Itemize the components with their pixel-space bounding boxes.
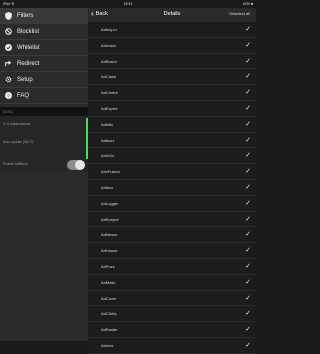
checkmark-icon: ✓ <box>245 57 251 65</box>
list-item-label: Adnow <box>101 342 114 348</box>
deselect-all-button[interactable]: Deselect all <box>229 11 250 16</box>
list-item[interactable]: Adibox ✓ <box>88 179 256 196</box>
checkmark-icon: ✓ <box>245 73 251 81</box>
list-item[interactable]: Adbuzz ✓ <box>88 132 256 149</box>
sidebar-item-label: Filters <box>17 12 34 19</box>
list-item-label: AdMatic <box>101 279 116 285</box>
list-item-label: AdBrand <box>101 58 117 64</box>
status-bar: iPad 令 18:41 60% ■ <box>0 0 256 8</box>
list-item-label: Adbuy.ru <box>101 27 117 32</box>
list-item-label: AdLogger <box>101 200 119 206</box>
checkmark-icon: ✓ <box>245 136 251 144</box>
checkmark-icon: ✓ <box>245 278 251 286</box>
checkmark-icon: ✓ <box>245 199 251 207</box>
list-item-label: Adbuzz <box>101 137 115 143</box>
list-item[interactable]: AdinOn ✓ <box>88 148 256 165</box>
list-item[interactable]: Adletic ✓ <box>88 116 256 133</box>
block-icon <box>3 27 13 37</box>
sidebar-item-filters[interactable]: Filters <box>0 8 88 24</box>
checkmark-icon: ✓ <box>245 262 251 270</box>
list-item[interactable]: Adbuy.ru ✓ <box>88 22 256 38</box>
checkmark-icon: ✓ <box>245 120 251 128</box>
list-item[interactable]: AdvFusion ✓ <box>88 164 256 180</box>
setting-subscriptions[interactable]: 3 rd subscriptions <box>3 122 30 126</box>
list-item-label: AdHouse <box>101 248 118 254</box>
shield-icon <box>3 11 13 21</box>
list-item[interactable]: AdLogger ✓ <box>88 195 256 212</box>
checkmark-icon: ✓ <box>245 341 251 349</box>
checkmark-icon: ✓ <box>245 168 251 176</box>
check-circle-icon <box>3 43 13 53</box>
gear-icon <box>3 75 13 85</box>
list-item-label: AdExpert <box>101 105 118 111</box>
list-item[interactable]: AdRoster ✓ <box>88 322 256 338</box>
sidebar-item-label: Blocklist <box>17 28 40 35</box>
sidebar-item-whitelist[interactable]: Whitelist <box>0 40 88 56</box>
checkmark-icon: ✓ <box>245 247 251 255</box>
checkmark-icon: ✓ <box>245 152 251 160</box>
list-item[interactable]: Adreach ✓ <box>88 37 256 54</box>
list-item[interactable]: AdCover ✓ <box>88 290 256 307</box>
battery-label: 60% ■ <box>242 2 253 6</box>
list-item-label: AdCover <box>101 295 117 301</box>
sidebar-item-label: Redirect <box>17 60 40 67</box>
checkmark-icon: ✓ <box>245 183 251 191</box>
sidebar-item-faq[interactable]: ? FAQ <box>0 88 88 104</box>
settings-group: 3 rd subscriptions Auto-update (Wi-Fi) E… <box>0 116 88 171</box>
sidebar-item-label: FAQ <box>17 92 30 99</box>
list-item[interactable]: AdCentre ✓ <box>88 85 256 101</box>
clock-label: 18:41 <box>123 2 133 6</box>
list-item-label: AdRoster <box>101 327 118 333</box>
redirect-icon <box>3 59 13 69</box>
sidebar: Filters Blocklist Whitelist Redirect Set… <box>0 8 88 341</box>
setting-auto-update[interactable]: Auto-update (Wi-Fi) <box>3 140 34 144</box>
list-item-label: AdCentre <box>101 90 118 96</box>
list-item[interactable]: AdMatic ✓ <box>88 274 256 291</box>
list-item[interactable]: AdNexus ✓ <box>88 227 256 244</box>
list-item[interactable]: AdBrand ✓ <box>88 53 256 70</box>
list-item[interactable]: AdPuzz ✓ <box>88 258 256 275</box>
svg-text:?: ? <box>7 94 10 99</box>
checkmark-icon: ✓ <box>245 294 251 302</box>
toggle-knob <box>75 160 85 170</box>
list-item-label: AdinOn <box>101 153 115 159</box>
list-item[interactable]: AdHouse ✓ <box>88 243 256 259</box>
sidebar-item-label: Whitelist <box>17 44 40 51</box>
list-item-label: AdClash <box>101 74 117 80</box>
checkmark-icon: ✓ <box>245 89 251 97</box>
list-item[interactable]: Adnow ✓ <box>88 337 256 354</box>
checkmark-icon: ✓ <box>245 26 251 33</box>
sidebar-item-redirect[interactable]: Redirect <box>0 56 88 72</box>
checkmark-icon: ✓ <box>245 326 251 334</box>
section-header: BASIC <box>0 107 88 116</box>
sidebar-item-label: Setup <box>17 76 33 83</box>
list-item[interactable]: AdKeeper ✓ <box>88 211 256 228</box>
checkmark-icon: ✓ <box>245 41 251 49</box>
question-icon: ? <box>3 91 13 101</box>
list-item-label: Adibox <box>101 184 114 190</box>
checkmark-icon: ✓ <box>245 104 251 112</box>
list-item[interactable]: AdExpert ✓ <box>88 100 256 117</box>
checkmark-icon: ✓ <box>245 215 251 223</box>
list-item[interactable]: AdClash ✓ <box>88 69 256 86</box>
sidebar-item-blocklist[interactable]: Blocklist <box>0 24 88 40</box>
list-item[interactable]: AdClicks ✓ <box>88 306 256 323</box>
checkmark-icon: ✓ <box>245 310 251 318</box>
list-item-label: Adreach <box>101 42 116 48</box>
list-item-label: AdNexus <box>101 232 118 238</box>
list-item-label: AdClicks <box>101 311 117 317</box>
list-item-label: AdPuzz <box>101 263 115 269</box>
sidebar-item-setup[interactable]: Setup <box>0 72 88 88</box>
filter-list: Adbuy.ru ✓ Adreach ✓ AdBrand ✓ AdClash ✓ AdCentr… <box>88 22 256 354</box>
list-item-label: AdvFusion <box>101 169 120 175</box>
nav-bar: ‹ Back Details Deselect all <box>88 8 256 22</box>
checkmark-icon: ✓ <box>245 231 251 239</box>
list-item-label: AdKeeper <box>101 216 119 222</box>
enable-adblock-toggle[interactable] <box>67 160 85 170</box>
list-item-label: Adletic <box>101 121 114 127</box>
setting-enable-adblock: Enable AdBlock <box>3 162 28 166</box>
